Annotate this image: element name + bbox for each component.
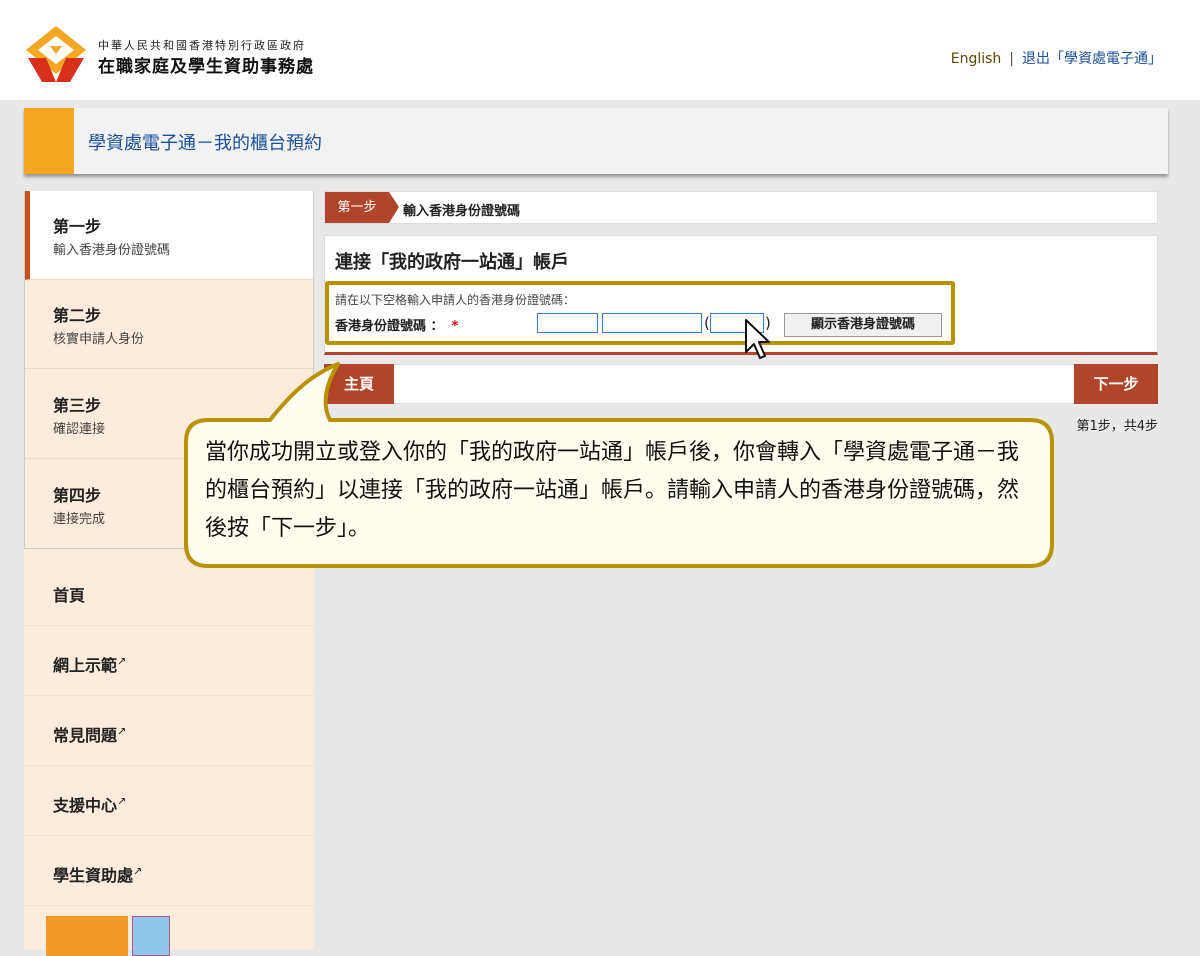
step-title: 第二步 [53, 306, 102, 325]
hkid-number-input[interactable] [602, 313, 702, 333]
external-link-icon: ↗ [133, 864, 143, 878]
breadcrumb-arrow-icon [389, 192, 399, 223]
sidebar-item-sfo[interactable]: 學生資助處↗ [24, 835, 314, 906]
link-separator: | [1009, 51, 1014, 67]
site-header: 中華人民共和國香港特別行政區政府 在職家庭及學生資助事務處 English | 退出… [0, 0, 1200, 100]
hkid-label: 香港身份證號碼 ： * [335, 315, 458, 334]
form-heading: 連接「我的政府一站通」帳戶 [335, 252, 569, 273]
promo-thumbnail[interactable] [46, 916, 128, 956]
paren-open: ( [704, 314, 710, 332]
page-title: 學資處電子通－我的櫃台預約 [88, 133, 322, 154]
step-counter: 第1步，共4步 [1076, 419, 1158, 434]
mouse-cursor-icon [745, 319, 770, 359]
breadcrumb-step-tag: 第一步 [325, 192, 389, 223]
step-subtitle: 輸入香港身份證號碼 [53, 243, 171, 258]
step-subtitle: 核實申請人身份 [53, 332, 145, 347]
step-subtitle: 連接完成 [53, 512, 106, 527]
breadcrumb-text: 輸入香港身份證號碼 [403, 204, 521, 219]
nav-label: 網上示範 [53, 656, 118, 675]
sidebar-step-1[interactable]: 第一步 輸入香港身份證號碼 [24, 191, 314, 280]
english-link[interactable]: English [951, 51, 1002, 67]
button-bar [324, 364, 1158, 404]
step-subtitle: 確認連接 [53, 422, 106, 437]
step-title: 第三步 [53, 396, 102, 415]
external-link-icon: ↗ [117, 724, 127, 738]
title-accent [24, 108, 74, 174]
sidebar-item-online-demo[interactable]: 網上示範↗ [24, 625, 314, 696]
org-name-main: 在職家庭及學生資助事務處 [98, 57, 314, 77]
next-button[interactable]: 下一步 [1074, 364, 1158, 404]
step-title: 第四步 [53, 486, 102, 505]
sidebar-item-faq[interactable]: 常見問題↗ [24, 695, 314, 766]
external-link-icon: ↗ [117, 794, 127, 808]
sidebar-item-home[interactable]: 首頁 [24, 555, 314, 626]
form-prompt: 請在以下空格輸入申請人的香港身份證號碼： [335, 293, 576, 307]
external-link-icon: ↗ [117, 654, 127, 668]
top-links: English | 退出「學資處電子通」 [951, 48, 1162, 68]
nav-label: 常見問題 [53, 726, 118, 745]
home-button[interactable]: 主頁 [324, 364, 394, 404]
page-title-bar: 學資處電子通－我的櫃台預約 [24, 108, 1168, 174]
logout-link[interactable]: 退出「學資處電子通」 [1022, 51, 1162, 67]
government-logo-icon[interactable] [24, 24, 88, 84]
nav-label: 學生資助處 [53, 866, 134, 885]
step-title: 第一步 [53, 217, 102, 236]
sidebar-item-support-centre[interactable]: 支援中心↗ [24, 765, 314, 836]
org-name-sub: 中華人民共和國香港特別行政區政府 [98, 39, 306, 52]
sidebar: 第一步 輸入香港身份證號碼 第二步 核實申請人身份 第三步 確認連接 第四步 連… [24, 191, 314, 956]
nav-label: 支援中心 [53, 796, 118, 815]
sidebar-step-2[interactable]: 第二步 核實申請人身份 [24, 280, 314, 369]
callout-text: 當你成功開立或登入你的「我的政府一站通」帳戶後，你會轉入「學資處電子通－我的櫃台… [205, 440, 1020, 541]
show-hkid-button[interactable]: 顯示香港身證號碼 [784, 313, 942, 337]
nav-label: 首頁 [53, 586, 86, 605]
hkid-label-text: 香港身份證號碼 ： [335, 319, 444, 334]
step-breadcrumb: 第一步 輸入香港身份證號碼 [324, 191, 1158, 224]
promo-thumbnail[interactable] [132, 916, 170, 956]
required-mark: * [451, 319, 459, 334]
hkid-prefix-input[interactable] [537, 313, 598, 333]
